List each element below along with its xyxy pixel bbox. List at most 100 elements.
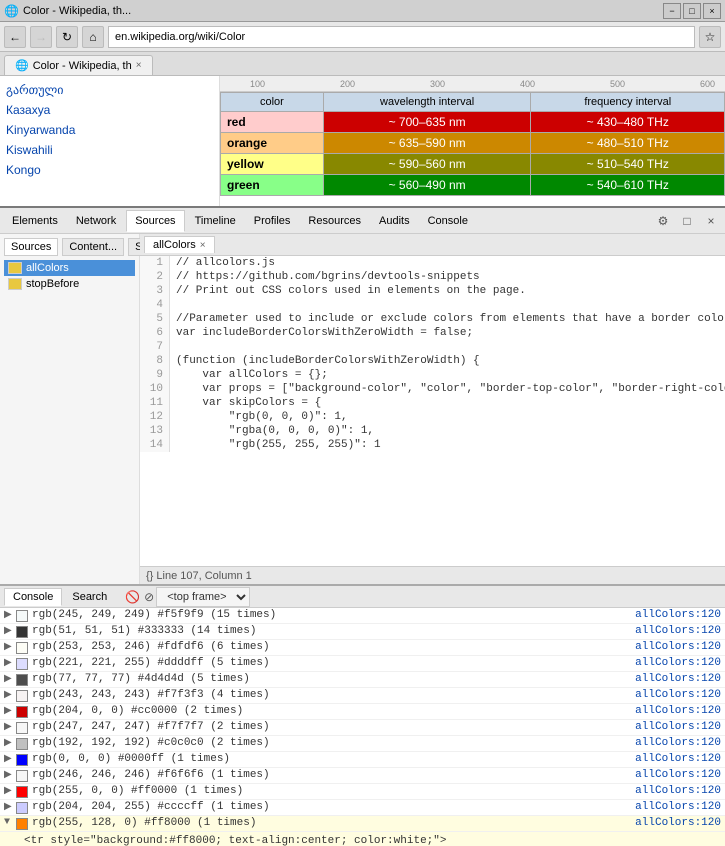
line-number: 6 (140, 326, 170, 340)
console-link[interactable]: allColors:120 (635, 705, 721, 717)
line-number: 5 (140, 312, 170, 326)
frequency-cell: ~ 540–610 THz (531, 175, 725, 196)
line-content: var props = ["background-color", "color"… (170, 382, 725, 396)
row-toggle[interactable]: ▶ (4, 705, 16, 717)
home-button[interactable]: ⌂ (82, 26, 104, 48)
table-row: orange ~ 635–590 nm ~ 480–510 THz (221, 133, 725, 154)
line-number: 1 (140, 256, 170, 270)
row-toggle[interactable]: ▶ (4, 657, 16, 669)
browser-toolbar: ← → ↻ ⌂ ☆ (0, 22, 725, 52)
sidebar-link-kongo[interactable]: Kongo (4, 160, 215, 180)
devtools-tab-resources[interactable]: Resources (300, 210, 369, 232)
color-table: color wavelength interval frequency inte… (220, 92, 725, 196)
title-bar-text: Color - Wikipedia, th... (23, 5, 663, 17)
row-toggle[interactable]: ▶ (4, 689, 16, 701)
frame-selector[interactable]: <top frame> (156, 587, 250, 607)
sources-tab-content[interactable]: Content... (62, 238, 124, 256)
sources-sidebar: Sources Content... Snippets allColors st… (0, 234, 140, 584)
console-text: rgb(246, 246, 246) #f6f6f6 (1 times) (32, 769, 627, 781)
console-area: Console Search 🚫 ⊘ <top frame> ▶ rgb(245… (0, 584, 725, 846)
sidebar-link-kiswahili[interactable]: Kiswahili (4, 140, 215, 160)
row-toggle[interactable]: ▶ (4, 801, 16, 813)
row-toggle[interactable]: ▶ (4, 609, 16, 621)
devtools-close-icon[interactable]: × (701, 211, 721, 231)
row-toggle[interactable]: ▶ (4, 753, 16, 765)
minimize-button[interactable]: − (663, 3, 681, 19)
file-item-allcolors[interactable]: allColors (4, 260, 135, 276)
console-row: ▶ rgb(51, 51, 51) #333333 (14 times) all… (0, 624, 725, 640)
devtools-tab-sources[interactable]: Sources (126, 210, 184, 232)
line-number: 14 (140, 438, 170, 452)
console-link[interactable]: allColors:120 (635, 737, 721, 749)
refresh-button[interactable]: ↻ (56, 26, 78, 48)
console-row: ▶ rgb(204, 0, 0) #cc0000 (2 times) allCo… (0, 704, 725, 720)
devtools-dock-icon[interactable]: □ (677, 211, 697, 231)
code-editor[interactable]: 1 // allcolors.js 2 // https://github.co… (140, 256, 725, 566)
devtools-tab-timeline[interactable]: Timeline (187, 210, 244, 232)
console-link[interactable]: allColors:120 (635, 657, 721, 669)
console-link[interactable]: allColors:120 (635, 785, 721, 797)
console-text: rgb(204, 204, 255) #ccccff (1 times) (32, 801, 627, 813)
close-button[interactable]: × (703, 3, 721, 19)
row-toggle[interactable]: ▶ (4, 737, 16, 749)
console-text: rgb(204, 0, 0) #cc0000 (2 times) (32, 705, 627, 717)
line-number: 13 (140, 424, 170, 438)
forward-button[interactable]: → (30, 26, 52, 48)
maximize-button[interactable]: □ (683, 3, 701, 19)
console-link[interactable]: allColors:120 (635, 769, 721, 781)
row-toggle[interactable]: ▶ (4, 785, 16, 797)
color-swatch (16, 706, 28, 718)
sources-tab-sources[interactable]: Sources (4, 238, 58, 256)
line-number: 8 (140, 354, 170, 368)
console-tab-search[interactable]: Search (64, 589, 115, 605)
bookmark-button[interactable]: ☆ (699, 26, 721, 48)
editor-status-text: {} Line 107, Column 1 (146, 570, 252, 582)
row-toggle[interactable]: ▶ (4, 641, 16, 653)
console-link[interactable]: allColors:120 (635, 817, 721, 829)
console-link[interactable]: allColors:120 (635, 625, 721, 637)
row-toggle[interactable]: ▶ (4, 769, 16, 781)
tab-close-button[interactable]: × (136, 60, 142, 71)
table-row: yellow ~ 590–560 nm ~ 510–540 THz (221, 154, 725, 175)
file-icon (8, 278, 22, 290)
editor-tab-allcolors[interactable]: allColors × (144, 236, 215, 253)
console-link[interactable]: allColors:120 (635, 609, 721, 621)
console-content[interactable]: ▶ rgb(245, 249, 249) #f5f9f9 (15 times) … (0, 608, 725, 846)
file-item-stopbefore[interactable]: stopBefore (4, 276, 135, 292)
sidebar-link-kinyarwanda[interactable]: Kinyarwanda (4, 120, 215, 140)
console-tab-console[interactable]: Console (4, 588, 62, 606)
frequency-cell: ~ 430–480 THz (531, 112, 725, 133)
color-swatch (16, 818, 28, 830)
color-swatch (16, 674, 28, 686)
address-bar[interactable] (108, 26, 695, 48)
console-link[interactable]: allColors:120 (635, 673, 721, 685)
sidebar-link-kazakh[interactable]: Казахуа (4, 100, 215, 120)
devtools-tab-network[interactable]: Network (68, 210, 124, 232)
sidebar-link-georgian[interactable]: გართული (4, 80, 215, 100)
row-toggle[interactable]: ▶ (4, 721, 16, 733)
line-content: // https://github.com/bgrins/devtools-sn… (170, 270, 480, 284)
color-swatch (16, 658, 28, 670)
console-link[interactable]: allColors:120 (635, 689, 721, 701)
line-content: var allColors = {}; (170, 368, 328, 382)
devtools-settings-icon[interactable]: ⚙ (653, 211, 673, 231)
back-button[interactable]: ← (4, 26, 26, 48)
row-toggle[interactable]: ▼ (4, 817, 16, 828)
devtools-tab-profiles[interactable]: Profiles (246, 210, 299, 232)
devtools-tab-elements[interactable]: Elements (4, 210, 66, 232)
color-swatch (16, 770, 28, 782)
row-toggle[interactable]: ▶ (4, 625, 16, 637)
tab-bar: 🌐 Color - Wikipedia, th × (0, 52, 725, 76)
console-link[interactable]: allColors:120 (635, 721, 721, 733)
devtools-tab-audits[interactable]: Audits (371, 210, 418, 232)
file-name: allColors (26, 262, 69, 274)
console-link[interactable]: allColors:120 (635, 641, 721, 653)
editor-tab-close-button[interactable]: × (200, 240, 206, 251)
console-filter-button[interactable]: ⊘ (144, 590, 154, 604)
console-link[interactable]: allColors:120 (635, 801, 721, 813)
console-link[interactable]: allColors:120 (635, 753, 721, 765)
browser-tab[interactable]: 🌐 Color - Wikipedia, th × (4, 55, 153, 75)
row-toggle[interactable]: ▶ (4, 673, 16, 685)
devtools-tab-console[interactable]: Console (420, 210, 476, 232)
console-clear-button[interactable]: 🚫 (125, 590, 140, 604)
